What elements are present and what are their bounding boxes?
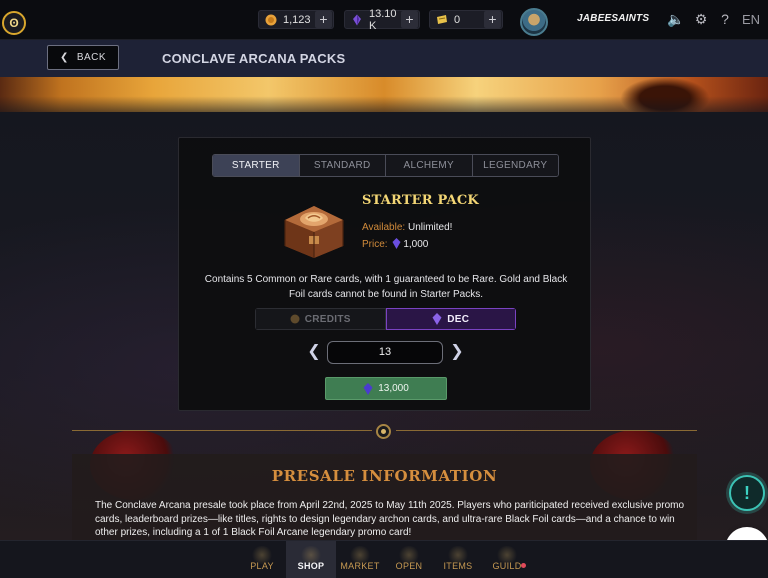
language-label: EN (742, 12, 761, 27)
sound-icon[interactable]: 🔈 (667, 12, 684, 26)
voucher-ticket-icon (437, 14, 447, 24)
hero-banner-art (0, 77, 768, 112)
arrow-left-icon: ❮ (59, 52, 69, 63)
pack-description: Contains 5 Common or Rare cards, with 1 … (204, 274, 568, 300)
add-dec-button[interactable]: + (401, 11, 418, 28)
tab-starter[interactable]: STARTER (213, 155, 300, 176)
info-icon: ! (744, 482, 750, 503)
presale-section: PRESALE INFORMATION The Conclave Arcana … (72, 454, 697, 544)
pack-chest-icon (284, 206, 344, 258)
ornamental-divider (72, 424, 697, 439)
decrease-quantity-button[interactable]: ❮ (307, 343, 321, 361)
nav-item-shop[interactable]: SHOP (286, 541, 336, 578)
pack-type-tabs: STARTER STANDARD ALCHEMY LEGENDARY (212, 154, 559, 177)
splinterlands-logo-icon[interactable]: ʘ (2, 11, 26, 35)
divider-ornament-icon (376, 424, 391, 439)
dec-balance: 13.10 K + (344, 7, 420, 32)
help-icon[interactable]: ? (718, 12, 732, 26)
nav-item-play[interactable]: PLAY (240, 541, 284, 578)
pack-card: STARTER STANDARD ALCHEMY LEGENDARY START… (178, 137, 591, 411)
avatar[interactable] (520, 8, 548, 36)
page-header: ❮ BACK CONCLAVE ARCANA PACKS (0, 40, 768, 77)
credits-value: 1,123 (283, 13, 311, 26)
username[interactable]: JABEESAINTS (577, 13, 649, 24)
page-title: CONCLAVE ARCANA PACKS (162, 51, 346, 66)
divider-line (396, 430, 697, 431)
pack-name: STARTER PACK (362, 193, 479, 208)
divider-line (72, 430, 372, 431)
items-icon (447, 546, 469, 564)
back-button[interactable]: ❮ BACK (47, 45, 119, 70)
vouchers-value: 0 (454, 13, 461, 26)
credits-option[interactable]: CREDITS (255, 308, 386, 330)
language-selector[interactable]: EN (742, 12, 760, 27)
market-icon (349, 546, 371, 564)
buy-total: 13,000 (378, 383, 409, 394)
guild-icon (496, 546, 518, 564)
credits-coin-icon (265, 14, 277, 25)
add-credits-button[interactable]: + (315, 11, 332, 28)
presale-text: The Conclave Arcana presale took place f… (95, 500, 685, 538)
dec-crystal-icon (432, 313, 442, 325)
credits-balance: 1,123 + (258, 10, 334, 29)
dec-crystal-icon (353, 14, 361, 25)
bottom-nav: PLAY SHOP MARKET OPEN ITEMS GUILD (0, 540, 768, 578)
play-icon (251, 546, 273, 564)
dec-crystal-icon (392, 238, 401, 249)
logo-glyph: ʘ (9, 16, 19, 30)
credits-coin-icon (290, 314, 300, 324)
pack-availability: Available: Unlimited! (362, 222, 452, 233)
back-label: BACK (76, 52, 107, 63)
top-bar: ʘ 1,123 + 13.10 K + 0 + JABEESAINTS 🔈 ⚙ … (0, 0, 768, 40)
credits-option-label: CREDITS (304, 313, 351, 325)
nav-item-market[interactable]: MARKET (338, 541, 382, 578)
info-button[interactable]: ! (729, 475, 765, 511)
notification-dot (521, 563, 526, 568)
quantity-stepper: ❮ 13 ❯ (307, 341, 464, 364)
shop-icon (300, 546, 322, 564)
gear-icon[interactable]: ⚙ (694, 12, 708, 26)
tab-alchemy[interactable]: ALCHEMY (386, 155, 473, 176)
dec-option[interactable]: DEC (385, 308, 516, 330)
increase-quantity-button[interactable]: ❯ (450, 343, 464, 361)
available-label: Available: (362, 222, 406, 233)
price-value: 1,000 (403, 239, 429, 250)
presale-title: PRESALE INFORMATION (271, 467, 498, 485)
dec-crystal-icon (363, 382, 373, 395)
pack-price: Price: 1,000 (362, 238, 428, 250)
nav-item-open[interactable]: OPEN (387, 541, 431, 578)
buy-button[interactable]: 13,000 (325, 377, 447, 400)
banner-shadow (620, 77, 710, 112)
price-label: Price: (362, 239, 388, 250)
tab-legendary[interactable]: LEGENDARY (472, 155, 558, 176)
tab-standard[interactable]: STANDARD (299, 155, 386, 176)
open-icon (398, 546, 420, 564)
vouchers-balance: 0 + (429, 10, 503, 29)
nav-item-guild[interactable]: GUILD (485, 541, 529, 578)
available-value: Unlimited! (407, 222, 453, 233)
dec-option-label: DEC (447, 313, 470, 325)
nav-item-items[interactable]: ITEMS (436, 541, 480, 578)
add-vouchers-button[interactable]: + (484, 11, 501, 28)
currency-toggle: CREDITS DEC (255, 308, 516, 330)
quantity-input[interactable]: 13 (327, 341, 443, 364)
dec-value: 13.10 K (369, 7, 397, 32)
